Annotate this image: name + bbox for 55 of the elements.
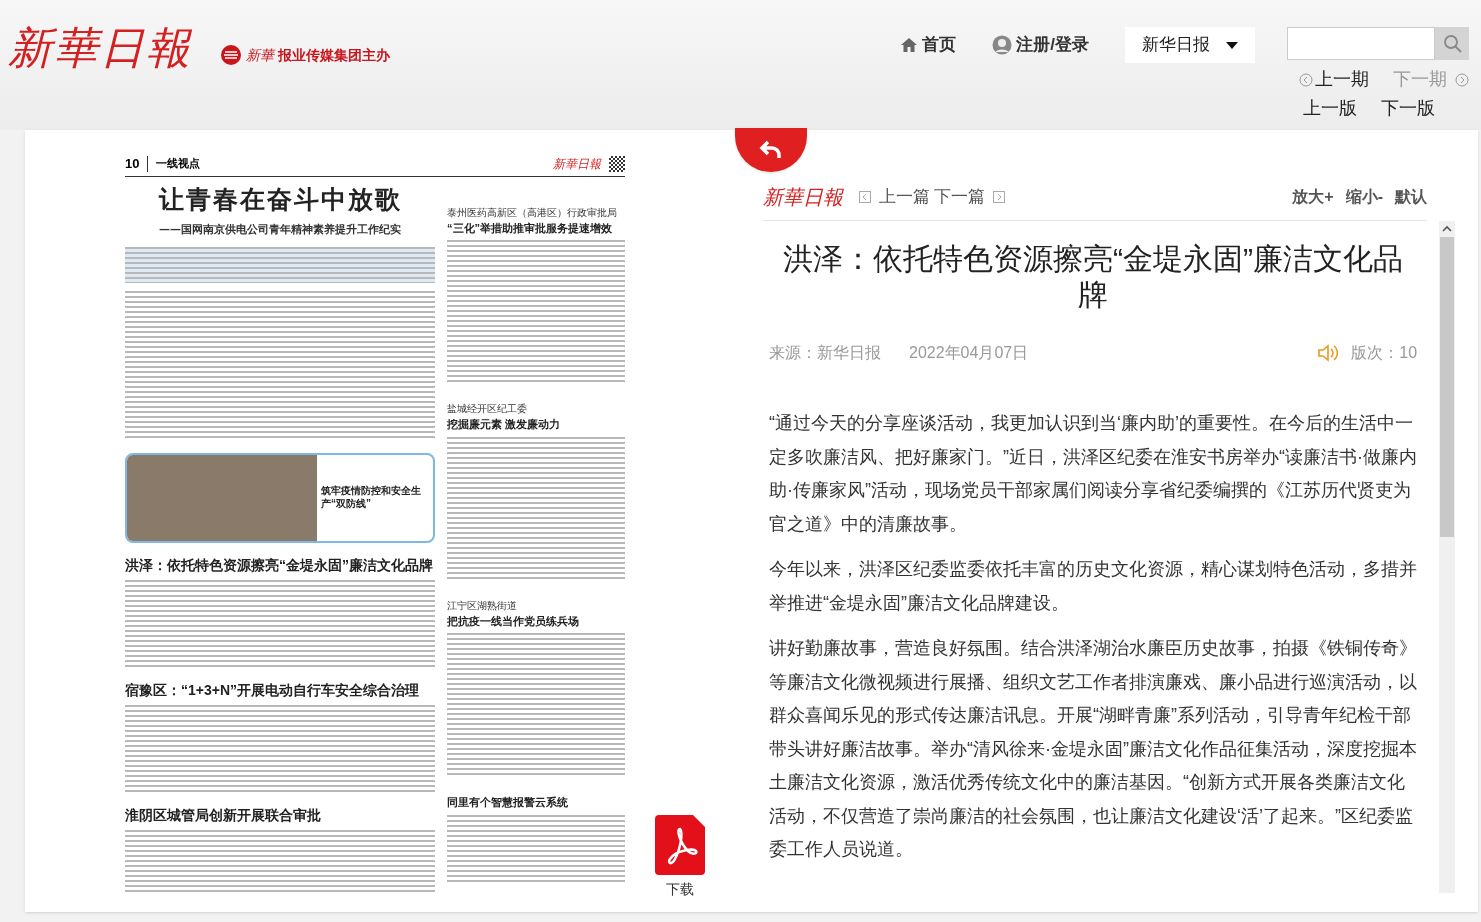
edition-number: 版次：10 [1351,343,1418,363]
home-icon [900,37,919,53]
font-size-button[interactable]: 默认 [1395,185,1427,209]
caret-icon [1226,41,1238,49]
nav-link[interactable]: 首页 [900,27,957,63]
download-button[interactable]: 下载 [655,815,705,900]
newspaper-kicker: 泰州医药高新区（高港区）行政审批局 [447,205,618,220]
article-title: 洪泽：依托特色资源擦亮“金堤永固”廉洁文化品牌 [782,241,1405,313]
next-page-link[interactable]: 下一版 [1381,95,1435,122]
search-icon [1442,34,1462,53]
publisher-brand: 新華 [246,45,274,65]
newspaper-logo: 新華日報 [8,26,192,70]
previous-issue-link[interactable]: 上一期 [1299,66,1369,93]
article-date: 2022年04月07日 [909,343,1029,363]
page-number: 10 [125,155,140,173]
pdf-icon [655,815,705,875]
search-button[interactable] [1435,27,1469,60]
publisher-note: 报业传媒集团主办 [278,45,390,65]
back-arrow-icon [759,140,783,160]
article-paragraph: 今年以来，洪泽区纪委监委依托丰富的历史文化资源，精心谋划特色活动，多措并举推进“金堤永固”廉洁文化品牌建设。 [769,558,1418,615]
article-paragraph: “通过今天的分享座谈活动，我更加认识到当‘廉内助’的重要性。在今后的生活中一定多吹廉洁风、把好廉家门。”近日，洪泽区纪委在淮安书房举办“读廉洁书·做廉内助·传廉家风”活动，现场党员干部家属们阅读分享省纪委编撰的《江苏历代贤吏为官之道》中的清廉故事。 [769,412,1418,536]
qr-code-icon [609,155,625,172]
masthead: 新華日報 [553,155,601,173]
newspaper-headline: 把抗疫一线当作党员练兵场 [447,613,580,629]
newspaper-kicker: 江宁区湖熟街道 [447,598,518,613]
next-article-link[interactable]: 下一篇 [934,184,985,210]
nav-link[interactable]: 注册/登录 [992,27,1089,63]
back-button[interactable] [735,128,807,172]
photo-caption: 筑牢疫情防控和安全生产“双防线” [321,485,422,510]
newspaper-headline: 让青春在奋斗中放歌 [157,183,403,215]
article-source: 来源：新华日报 [769,343,881,363]
scrollbar-thumb[interactable] [1440,237,1455,537]
newspaper-kicker: 盐城经开区纪工委 [447,402,528,416]
chevron-left-icon [1299,72,1313,87]
previous-article-link[interactable]: 上一篇 [879,184,930,210]
newspaper-headline: 宿豫区：“1+3+N”开展电动自行车安全综合治理 [125,680,421,700]
newspaper-headline: 同里有个智慧报警云系统 [447,795,569,810]
article-paragraph: 讲好勤廉故事，营造良好氛围。结合洪泽湖治水廉臣历史故事，拍摄《铁铜传奇》等廉洁文化微视频进行展播、组织文艺工作者排演廉戏、廉小品进行巡演活动，以群众喜闻乐见的形式传达廉洁讯息。开展“湖畔青廉”系列活动，引导青年纪检干部带头讲好廉洁故事。举办“清风徐来·金堤永固”廉洁文化作品征集活动，深度挖掘本土廉洁文化资源，激活优秀传统文化中的廉洁基因。“创新方式开展各类廉洁文化活动，不仅营造了崇尚廉洁的社会氛围，也让廉洁文化建设‘活’了起来。”区纪委监委工作人员说道。 [769,637,1418,861]
chevron-left-icon [859,191,871,203]
newspaper-headline: 淮阴区城管局创新开展联合审批 [125,805,322,825]
previous-page-link[interactable]: 上一版 [1303,95,1357,122]
newspaper-headline: 洪泽：依托特色资源擦亮“金堤永固”廉洁文化品牌 [125,555,434,575]
paper-dropdown[interactable]: 新华日报 [1125,27,1255,63]
section-name: 一线视点 [147,155,201,172]
search-field[interactable] [1287,27,1435,60]
chevron-right-icon [1455,72,1469,87]
newspaper-headline: “三化”举措助推审批服务提速增效 [447,220,613,236]
speaker-icon[interactable] [1317,343,1340,363]
newspaper-subtitle: ——国网南京供电公司青年精神素养提升工作纪实 [158,222,402,238]
newspaper-logo: 新華日報 [763,184,843,211]
font-size-button[interactable]: 放大+ [1292,185,1334,209]
chevron-right-icon [993,191,1005,203]
font-size-button[interactable]: 缩小- [1345,185,1383,209]
user-icon [992,35,1013,55]
newspaper-headline: 挖掘廉元素 激发廉动力 [447,417,562,432]
